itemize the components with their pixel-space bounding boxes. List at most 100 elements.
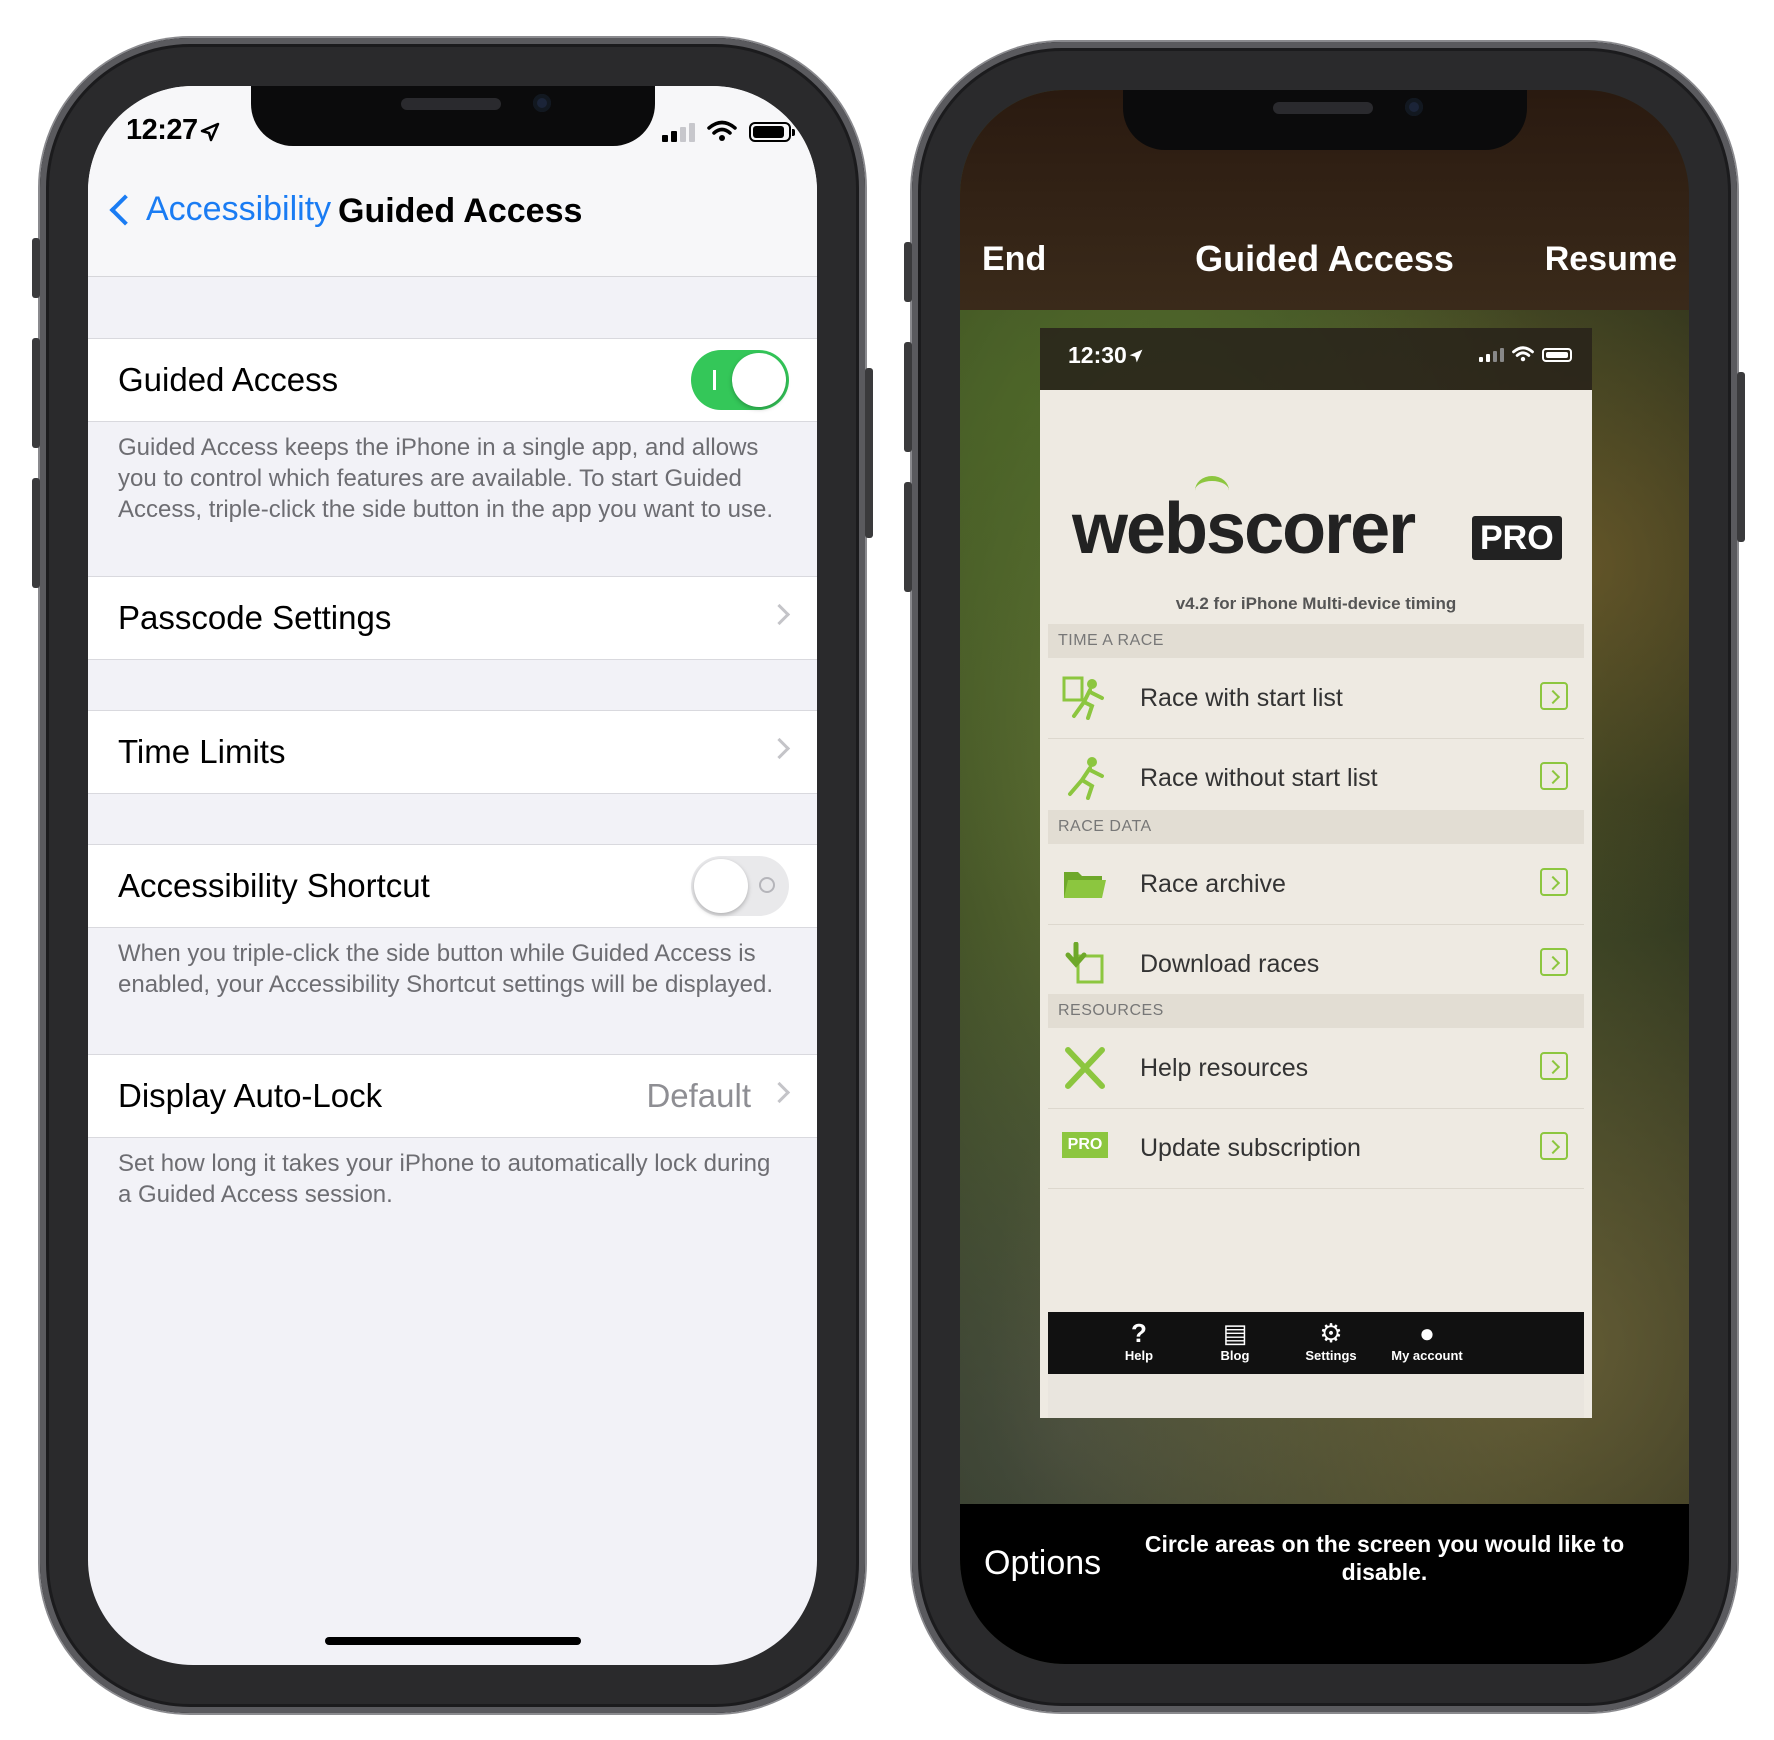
menu-row-label: Download races — [1140, 950, 1320, 978]
settings-screen: 12:27 Accessibility Guided Access Guided… — [88, 86, 817, 1665]
menu-row-help-resources[interactable]: Help resources — [1048, 1028, 1584, 1109]
pro-icon: PRO — [1062, 1132, 1108, 1158]
guided-access-overlay: End Guided Access Resume 12:30 webscorer… — [960, 90, 1689, 1664]
menu-row-race-with-start-list[interactable]: Race with start list — [1048, 658, 1584, 739]
accessibility-shortcut-toggle[interactable] — [691, 856, 789, 916]
passcode-settings-label: Passcode Settings — [118, 599, 392, 636]
chevron-right-icon — [768, 1081, 791, 1104]
back-button-label: Accessibility — [146, 190, 332, 228]
app-version: v4.2 for iPhone Multi-device timing — [1175, 594, 1457, 613]
chevron-right-icon — [1540, 1052, 1568, 1080]
menu-row-label: Race without start list — [1140, 764, 1378, 792]
app-tab-bar: ? Help ▤ Blog ⚙ Settings ● My account — [1048, 1312, 1584, 1374]
question-icon: ? — [1131, 1318, 1147, 1348]
accessibility-shortcut-row: Accessibility Shortcut — [88, 844, 817, 928]
tab-blog[interactable]: ▤ Blog — [1190, 1318, 1280, 1363]
passcode-settings-row[interactable]: Passcode Settings — [88, 576, 817, 660]
chevron-right-icon — [1540, 948, 1568, 976]
notch — [1122, 90, 1527, 150]
cellular-signal-icon — [662, 123, 695, 142]
blog-icon: ▤ — [1222, 1318, 1248, 1348]
side-button — [865, 368, 873, 538]
menu-row-label: Race archive — [1140, 870, 1286, 898]
display-auto-lock-row[interactable]: Display Auto-Lock Default — [88, 1054, 817, 1138]
app-preview[interactable]: 12:30 webscorer PRO v4.2 for iPhone Mult… — [1040, 328, 1592, 1418]
menu-row-label: Help resources — [1140, 1054, 1309, 1082]
wifi-icon — [1512, 346, 1534, 362]
chevron-right-icon — [1540, 762, 1568, 790]
menu-row-label: Update subscription — [1140, 1134, 1361, 1162]
silent-switch — [904, 242, 912, 302]
chevron-left-icon — [109, 193, 141, 226]
volume-up-button — [904, 342, 912, 452]
volume-up-button — [32, 338, 40, 448]
left-screen: 12:27 Accessibility Guided Access Guided… — [88, 86, 817, 1665]
time-limits-row[interactable]: Time Limits — [88, 710, 817, 794]
menu-row-label: Race with start list — [1140, 684, 1343, 712]
accessibility-shortcut-footer: When you triple-click the side button wh… — [118, 940, 774, 998]
home-indicator[interactable] — [324, 1637, 581, 1645]
section-header: TIME A RACE — [1048, 624, 1584, 658]
app-status-time: 12:30 — [1068, 342, 1127, 368]
guided-access-label: Guided Access — [118, 361, 339, 398]
right-screen: End Guided Access Resume 12:30 webscorer… — [960, 90, 1689, 1664]
person-icon: ● — [1419, 1318, 1435, 1348]
section-header: RESOURCES — [1048, 994, 1584, 1028]
back-button[interactable]: Accessibility — [104, 190, 331, 229]
navigation-bar: Accessibility Guided Access — [88, 166, 817, 277]
cellular-signal-icon — [1479, 348, 1504, 362]
battery-icon — [749, 122, 795, 142]
toggle-knob — [732, 353, 786, 407]
page-title: Guided Access — [338, 192, 583, 230]
tools-icon — [1065, 1047, 1105, 1089]
menu-row-race-archive[interactable]: Race archive — [1048, 844, 1584, 925]
wifi-icon — [707, 120, 737, 141]
time-limits-label: Time Limits — [118, 733, 286, 770]
side-button — [1737, 372, 1745, 542]
guided-access-bottom-bar: Options Circle areas on the screen you w… — [960, 1504, 1689, 1664]
options-button[interactable]: Options — [984, 1544, 1101, 1583]
pro-badge: PRO — [1472, 516, 1562, 560]
location-arrow-icon — [200, 122, 220, 142]
menu-row-download-races[interactable]: Download races — [1048, 924, 1584, 1005]
tab-settings[interactable]: ⚙ Settings — [1286, 1318, 1376, 1363]
display-auto-lock-footer: Set how long it takes your iPhone to aut… — [118, 1150, 771, 1208]
section-header: RACE DATA — [1048, 810, 1584, 844]
guided-access-footer: Guided Access keeps the iPhone in a sing… — [118, 434, 774, 523]
webscorer-app: webscorer PRO v4.2 for iPhone Multi-devi… — [1040, 390, 1592, 1418]
folder-icon — [1064, 872, 1106, 898]
runner-list-icon — [1062, 676, 1104, 720]
chevron-right-icon — [1540, 682, 1568, 710]
chevron-right-icon — [768, 737, 791, 760]
resume-button[interactable]: Resume — [1545, 240, 1677, 279]
volume-down-button — [904, 482, 912, 592]
toggle-knob — [694, 859, 748, 913]
chevron-right-icon — [1540, 868, 1568, 896]
tab-my-account[interactable]: ● My account — [1382, 1318, 1472, 1363]
tab-help[interactable]: ? Help — [1094, 1318, 1184, 1363]
app-status-bar: 12:30 — [1040, 328, 1592, 390]
toggle-on-indicator — [713, 370, 716, 390]
silent-switch — [32, 238, 40, 298]
menu-row-race-without-start-list[interactable]: Race without start list — [1048, 738, 1584, 819]
right-phone-frame: End Guided Access Resume 12:30 webscorer… — [904, 42, 1745, 1712]
app-bottom-area — [1048, 1374, 1584, 1418]
location-arrow-icon — [1129, 349, 1143, 363]
toggle-off-indicator — [759, 877, 775, 893]
guided-access-toggle[interactable] — [691, 350, 789, 410]
display-auto-lock-label: Display Auto-Lock — [118, 1077, 383, 1114]
left-phone-frame: 12:27 Accessibility Guided Access Guided… — [32, 38, 873, 1713]
notch — [250, 86, 655, 146]
chevron-right-icon — [1540, 1132, 1568, 1160]
chevron-right-icon — [768, 603, 791, 626]
battery-icon — [1542, 348, 1572, 362]
download-icon — [1065, 942, 1104, 984]
status-time: 12:27 — [126, 114, 198, 146]
volume-down-button — [32, 478, 40, 588]
webscorer-logo: webscorer — [1072, 476, 1416, 570]
gear-icon: ⚙ — [1319, 1318, 1343, 1348]
guided-access-hint: Circle areas on the screen you would lik… — [1144, 1531, 1625, 1585]
logo-signal-icon — [1195, 476, 1229, 505]
runner-icon — [1068, 757, 1104, 800]
menu-row-update-subscription[interactable]: PRO Update subscription — [1048, 1108, 1584, 1189]
